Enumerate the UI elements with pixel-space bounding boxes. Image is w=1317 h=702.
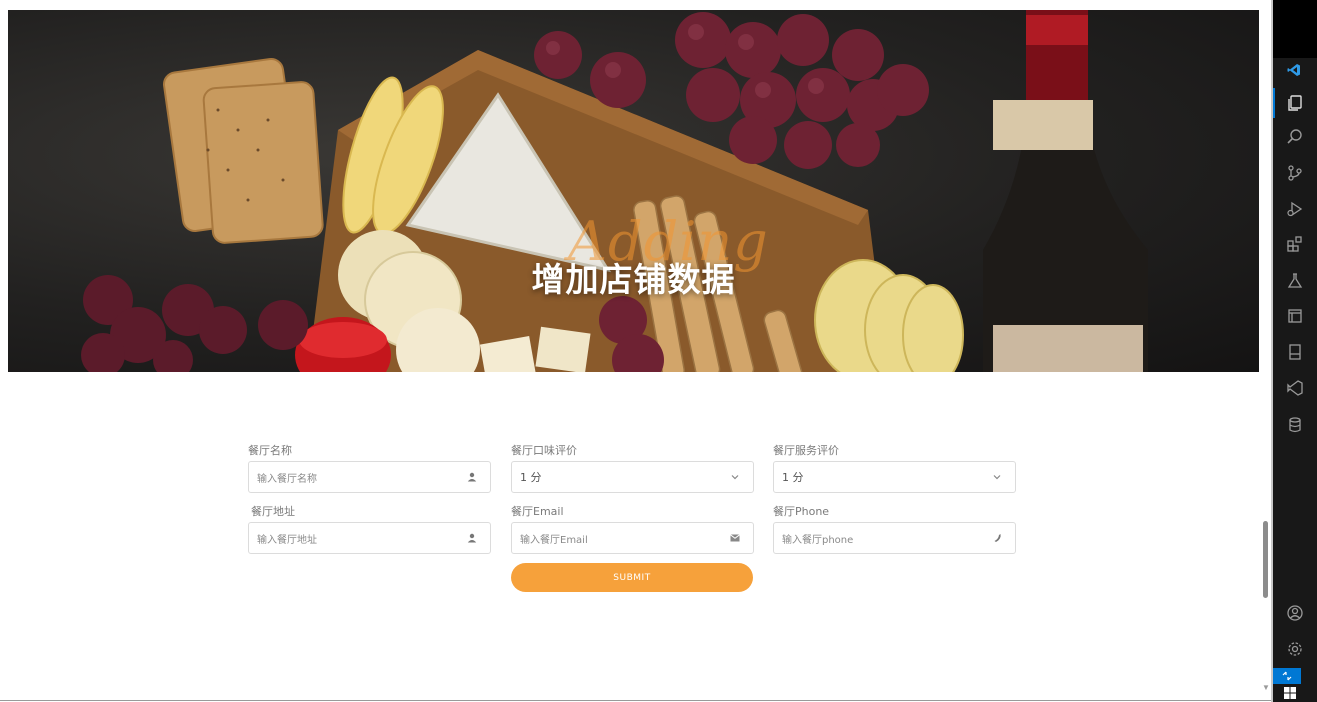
bottom-border [0, 700, 1271, 701]
restaurant-address-label: 餐厅地址 [251, 505, 295, 518]
restaurant-phone-field: 餐厅Phone 输入餐厅phone [773, 505, 1016, 554]
envelope-icon [729, 532, 741, 544]
user-icon [466, 532, 478, 544]
service-rating-field: 餐厅服务评价 1 分 [773, 444, 1016, 493]
notebook-icon[interactable] [1282, 339, 1308, 365]
restaurant-name-label: 餐厅名称 [248, 444, 292, 457]
restaurant-email-input[interactable]: 输入餐厅Email [511, 522, 754, 554]
service-rating-label: 餐厅服务评价 [773, 444, 839, 457]
database-icon[interactable] [1282, 412, 1308, 438]
taste-rating-select[interactable]: 1 分 [511, 461, 754, 493]
windows-start-icon[interactable] [1283, 686, 1297, 700]
search-icon[interactable] [1282, 124, 1308, 150]
vscode-activity-bar [1273, 0, 1317, 702]
settings-gear-icon[interactable] [1282, 636, 1308, 662]
remote-icon [1282, 671, 1292, 681]
taste-rating-label: 餐厅口味评价 [511, 444, 577, 457]
page-title: 增加店铺数据 [531, 260, 736, 299]
restaurant-phone-placeholder: 输入餐厅phone [782, 534, 854, 546]
taste-rating-value: 1 分 [520, 471, 542, 484]
service-rating-value: 1 分 [782, 471, 804, 484]
restaurant-email-label: 餐厅Email [511, 505, 564, 518]
extensions-icon[interactable] [1282, 231, 1308, 257]
visual-studio-icon[interactable] [1282, 375, 1308, 401]
page-scrollbar-thumb[interactable] [1263, 521, 1268, 598]
restaurant-address-input[interactable]: 输入餐厅地址 [248, 522, 491, 554]
chevron-down-icon [991, 471, 1003, 483]
active-indicator [1273, 88, 1275, 118]
restaurant-address-placeholder: 输入餐厅地址 [257, 534, 317, 546]
hero-banner: Adding 增加店铺数据 [8, 10, 1259, 372]
restaurant-phone-input[interactable]: 输入餐厅phone [773, 522, 1016, 554]
service-rating-select[interactable]: 1 分 [773, 461, 1016, 493]
phone-icon [991, 532, 1003, 544]
activity-bar-top [1273, 0, 1317, 58]
restaurant-email-placeholder: 输入餐厅Email [520, 534, 588, 546]
explorer-icon[interactable] [1282, 90, 1308, 116]
source-control-icon[interactable] [1282, 160, 1308, 186]
account-icon[interactable] [1282, 600, 1308, 626]
remote-indicator-button[interactable] [1273, 668, 1301, 684]
restaurant-address-field: 餐厅地址 输入餐厅地址 [248, 505, 491, 554]
restaurant-name-input[interactable]: 输入餐厅名称 [248, 461, 491, 493]
restaurant-name-field: 餐厅名称 输入餐厅名称 [248, 444, 491, 493]
restaurant-phone-label: 餐厅Phone [773, 505, 830, 518]
remote-explorer-icon[interactable] [1282, 303, 1308, 329]
submit-button[interactable]: SUBMIT [511, 563, 753, 592]
hero-food-illustration [81, 10, 1148, 372]
chevron-down-icon [729, 471, 741, 483]
taste-rating-field: 餐厅口味评价 1 分 [511, 444, 754, 493]
restaurant-email-field: 餐厅Email 输入餐厅Email [511, 505, 754, 554]
user-icon [466, 471, 478, 483]
vscode-logo-icon [1287, 63, 1301, 82]
testing-icon[interactable] [1282, 268, 1308, 294]
restaurant-name-placeholder: 输入餐厅名称 [257, 473, 317, 485]
scroll-down-arrow-icon[interactable]: ▼ [1262, 683, 1270, 692]
run-debug-icon[interactable] [1282, 196, 1308, 222]
